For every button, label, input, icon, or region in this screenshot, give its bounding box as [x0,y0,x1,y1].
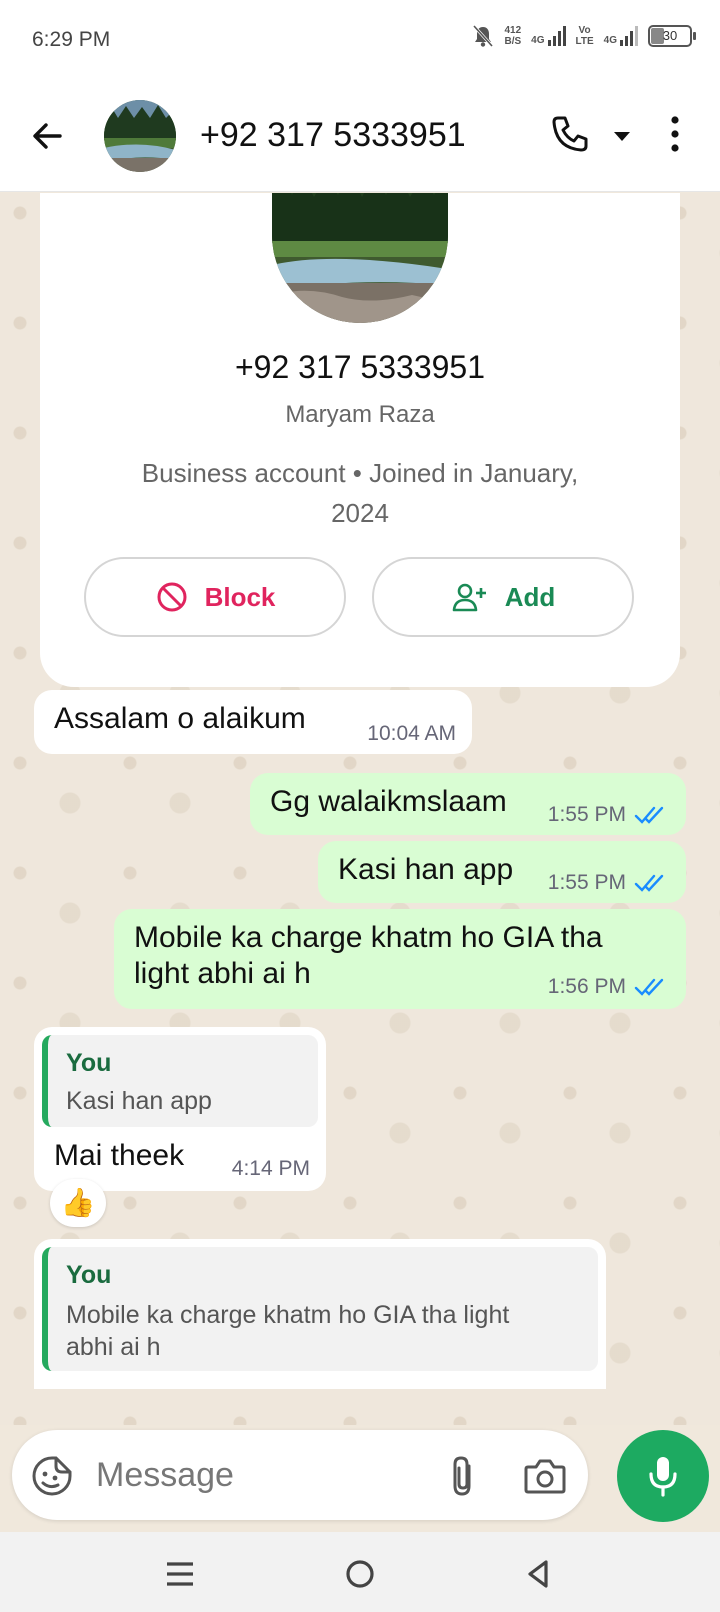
message-text: Gg walaikmslaam [270,785,507,818]
message-time: 1:55 PM [547,871,626,894]
message-time: 1:55 PM [547,803,626,826]
message-bubble-outgoing[interactable]: Gg walaikmslaam 1:55 PM [250,773,686,835]
sticker-icon[interactable] [30,1454,74,1498]
caret-down-icon[interactable] [610,126,634,146]
back-triangle-icon[interactable] [518,1554,558,1594]
add-contact-button[interactable]: Add [372,557,634,637]
mic-icon [649,1457,677,1497]
profile-meta: Business account • Joined in January, 20… [141,458,579,528]
message-text: Mai theek [54,1139,185,1172]
status-time: 6:29 PM [32,28,111,51]
volte-top: Vo [578,25,591,36]
read-ticks-icon [634,978,664,996]
read-ticks-icon [634,806,664,824]
signal-icon: 4G [531,26,566,46]
camera-icon[interactable] [522,1454,568,1498]
net-speed-unit: B/S [504,36,522,47]
avatar[interactable] [104,100,176,172]
status-icons: 412 B/S 4G Vo LTE 4G 30 [472,24,696,48]
read-ticks-icon [634,874,664,892]
net-speed-value: 412 [504,25,522,36]
message-time: 10:04 AM [367,722,456,745]
chat-header: +92 317 5333951 [0,82,720,192]
profile-avatar[interactable] [272,193,448,323]
volte-bottom: LTE [575,36,594,47]
battery-level: 30 [662,28,678,43]
signal-icon-sim2: 4G [604,26,638,46]
volte-indicator: Vo LTE [576,25,594,47]
sim1-label: 4G [531,35,545,46]
message-text: Assalam o alaikum [54,702,306,735]
contact-title[interactable]: +92 317 5333951 [200,116,466,155]
more-vert-icon[interactable] [660,112,690,156]
message-input[interactable] [96,1450,396,1500]
message-composer [12,1430,588,1520]
message-bubble-outgoing[interactable]: Mobile ka charge khatm ho GIA tha light … [114,909,686,1009]
back-arrow-icon[interactable] [26,114,70,158]
message-time: 4:14 PM [231,1157,310,1180]
quote-text-line-1: Mobile ka charge khatm ho GIA tha light [66,1301,510,1329]
chat-area[interactable]: +92 317 5333951 Maryam Raza Business acc… [0,193,720,1425]
block-button[interactable]: Block [84,557,346,637]
message-bubble-incoming-reply[interactable]: You Kasi han app Mai theek 4:14 PM [34,1027,326,1191]
home-circle-icon[interactable] [340,1554,380,1594]
block-label: Block [204,581,276,612]
add-label: Add [504,581,556,612]
message-bubble-incoming-reply[interactable]: You Mobile ka charge khatm ho GIA tha li… [34,1239,606,1389]
menu-icon[interactable] [160,1554,200,1594]
mic-button[interactable] [617,1430,709,1522]
message-bubble-outgoing[interactable]: Kasi han app 1:55 PM [318,841,686,903]
profile-number: +92 317 5333951 [234,349,486,385]
profile-name: Maryam Raza [285,401,435,428]
status-bar: 6:29 PM 412 B/S 4G Vo LTE 4G 30 [0,0,720,82]
phone-icon[interactable] [548,112,592,156]
bell-off-icon [473,24,494,48]
net-speed: 412 B/S [504,25,521,47]
quote-author: You [66,1049,112,1077]
message-meta: 1:55 PM [548,871,668,895]
message-text: Kasi han app [338,853,514,886]
message-text-line-2: light abhi ai h [134,957,311,990]
quote-text-line-2: abhi ai h [66,1333,161,1361]
quoted-message[interactable]: You Mobile ka charge khatm ho GIA tha li… [42,1247,598,1371]
quoted-message[interactable]: You Kasi han app [42,1035,318,1127]
battery-icon: 30 [648,25,696,47]
block-icon [157,582,187,612]
message-bubble-incoming[interactable]: Assalam o alaikum 10:04 AM [34,690,472,754]
message-text-line-1: Mobile ka charge khatm ho GIA tha [134,921,603,954]
thumbs-up-reaction[interactable]: 👍 [50,1179,106,1227]
quote-author: You [66,1261,112,1289]
add-person-icon [452,583,486,612]
message-time: 1:56 PM [547,975,626,998]
message-meta: 1:55 PM [548,803,668,827]
contact-info-card: +92 317 5333951 Maryam Raza Business acc… [40,193,680,687]
sim2-label: 4G [603,35,617,46]
quote-text: Kasi han app [66,1087,212,1115]
paperclip-icon[interactable] [442,1454,482,1498]
message-meta: 1:56 PM [548,975,668,999]
system-nav-bar [0,1532,720,1612]
